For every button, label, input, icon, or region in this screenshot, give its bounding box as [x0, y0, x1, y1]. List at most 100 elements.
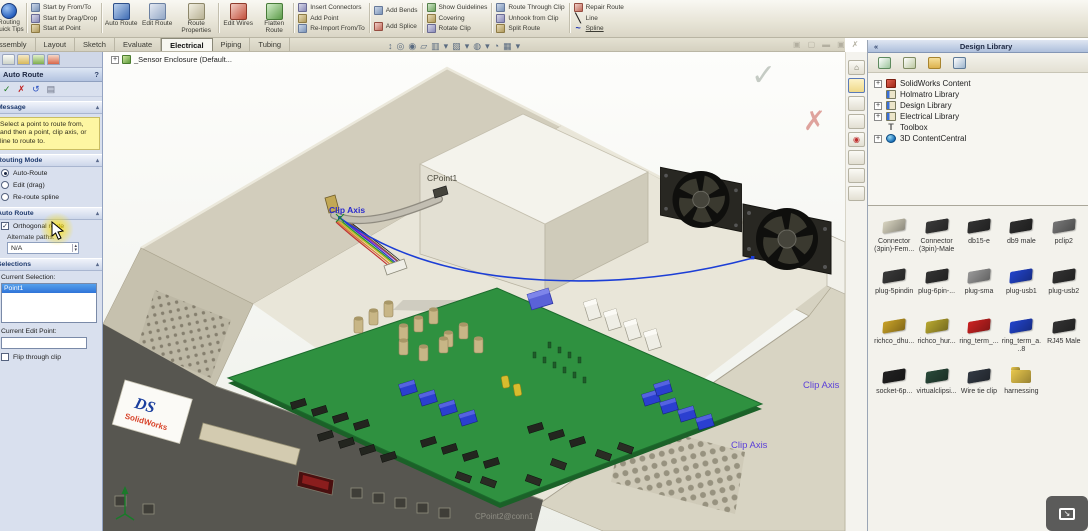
window-restore-icon[interactable]: ▢: [808, 40, 816, 49]
document-recovery-tab-icon[interactable]: [848, 168, 865, 183]
viewport-cancel-icon[interactable]: ✗: [803, 106, 826, 137]
add-to-library-icon[interactable]: [878, 57, 891, 69]
zoom-fit-icon[interactable]: ↕: [388, 41, 393, 52]
tree-expander-icon[interactable]: +: [874, 102, 882, 110]
propertymanager-tab-icon[interactable]: [17, 54, 30, 65]
view-palette-tab-icon[interactable]: [848, 114, 865, 129]
reimport-fromto-button[interactable]: Re-Import From/To: [298, 23, 365, 34]
collapse-pane-icon[interactable]: «: [868, 42, 884, 51]
cancel-button[interactable]: ✗: [18, 84, 26, 95]
library-item[interactable]: plug-5pindin: [874, 264, 914, 314]
dropdown-arrow-icon[interactable]: ▾: [465, 41, 470, 52]
flip-through-clip-checkbox[interactable]: Flip through clip: [0, 351, 103, 363]
library-item[interactable]: Wire tie clip: [959, 364, 999, 414]
auto-route-button[interactable]: Auto Route: [103, 1, 139, 35]
view-orientation-icon[interactable]: ▥: [431, 41, 440, 52]
design-library-tab-icon[interactable]: [848, 78, 865, 93]
library-item[interactable]: plug-usb1: [1001, 264, 1041, 314]
spin-down-icon[interactable]: ▾: [74, 248, 77, 252]
undo-button[interactable]: ↺: [32, 84, 40, 95]
route-through-clip-button[interactable]: Route Through Clip: [496, 2, 564, 13]
radio-auto-route[interactable]: Auto-Route: [0, 167, 103, 179]
display-style-icon[interactable]: ▧: [452, 41, 461, 52]
dimxpertmanager-tab-icon[interactable]: [47, 54, 60, 65]
tree-item-design-library[interactable]: + Design Library: [874, 100, 1088, 111]
dropdown-arrow-icon[interactable]: ▾: [516, 41, 521, 52]
tab-electrical[interactable]: Electrical: [161, 38, 212, 51]
library-item[interactable]: ring_term_...: [959, 314, 999, 364]
add-file-location-icon[interactable]: [903, 57, 916, 69]
window-cascade-icon[interactable]: ▣: [837, 40, 845, 49]
zoom-area-icon[interactable]: ◎: [397, 41, 405, 52]
hide-show-items-icon[interactable]: ◍: [473, 41, 481, 52]
window-minimize-icon[interactable]: ▬: [822, 40, 830, 49]
library-item[interactable]: db9 male: [1001, 214, 1041, 264]
appearances-tab-icon[interactable]: ◉: [848, 132, 865, 147]
dropdown-arrow-icon[interactable]: ▾: [444, 41, 449, 52]
tree-expander-icon[interactable]: +: [874, 135, 882, 143]
3d-scene[interactable]: DS SolidWorks: [103, 52, 845, 531]
library-item[interactable]: socket-6p...: [874, 364, 914, 414]
library-item-folder[interactable]: harnessing: [1001, 364, 1041, 414]
repair-route-button[interactable]: Repair Route: [574, 2, 624, 13]
tab-piping[interactable]: Piping: [213, 38, 251, 51]
add-point-button[interactable]: Add Point: [298, 13, 365, 24]
featuremanager-tab-icon[interactable]: [2, 54, 15, 65]
zoom-inout-icon[interactable]: ◉: [408, 41, 416, 52]
add-splice-button[interactable]: Add Splice: [374, 21, 418, 32]
selections-section-header[interactable]: Selections ▴: [0, 258, 103, 271]
start-by-fromto-button[interactable]: Start by From/To: [31, 2, 97, 13]
tab-assembly[interactable]: Assembly: [0, 38, 36, 51]
tree-item-toolbox[interactable]: T Toolbox: [874, 122, 1088, 133]
refresh-icon[interactable]: [953, 57, 966, 69]
ok-button[interactable]: ✓: [3, 84, 11, 95]
tab-layout[interactable]: Layout: [36, 38, 76, 51]
spline-button[interactable]: ~Spline: [574, 23, 624, 34]
split-route-button[interactable]: Split Route: [496, 23, 564, 34]
extra-tab-icon[interactable]: [848, 186, 865, 201]
selection-item[interactable]: Point1: [2, 284, 96, 293]
radio-reroute-spline[interactable]: Re-route spline: [0, 191, 103, 203]
edit-wires-button[interactable]: Edit Wires: [220, 1, 256, 35]
dropdown-arrow-icon[interactable]: ▾: [485, 41, 490, 52]
rotate-clip-button[interactable]: Rotate Clip: [427, 23, 488, 34]
graphics-viewport[interactable]: DS SolidWorks: [103, 52, 845, 531]
library-item[interactable]: plug-6pin-...: [916, 264, 956, 314]
feature-tree-flyout[interactable]: + _Sensor Enclosure (Default...: [111, 55, 232, 64]
window-close-icon[interactable]: ✗: [852, 40, 859, 49]
viewport-confirm-icon[interactable]: ✓: [751, 58, 776, 93]
add-bends-button[interactable]: Add Bends: [374, 5, 418, 16]
start-at-point-button[interactable]: Start at Point: [31, 23, 97, 34]
current-edit-point-input[interactable]: [1, 337, 87, 349]
create-folder-icon[interactable]: [928, 57, 941, 69]
routing-quick-tips-button[interactable]: Routing Quick Tips: [0, 1, 25, 35]
insert-connectors-button[interactable]: Insert Connectors: [298, 2, 365, 13]
flatten-route-button[interactable]: Flatten Route: [256, 1, 292, 35]
routing-mode-section-header[interactable]: Routing Mode ▴: [0, 154, 103, 167]
help-icon[interactable]: ?: [94, 70, 99, 79]
library-item[interactable]: plug-sma: [959, 264, 999, 314]
library-item[interactable]: virtualclipsi...: [916, 364, 956, 414]
library-item[interactable]: ring_term_a...8: [1001, 314, 1041, 364]
tree-item-solidworks-content[interactable]: + SolidWorks Content: [874, 78, 1088, 89]
tree-expander-icon[interactable]: +: [874, 113, 882, 121]
assembly-name[interactable]: _Sensor Enclosure (Default...: [134, 55, 232, 64]
library-item[interactable]: Connector (3pin)-Male: [916, 214, 956, 264]
library-item[interactable]: Connector (3pin)-Fem...: [874, 214, 914, 264]
library-item[interactable]: plug-usb2: [1044, 264, 1084, 314]
route-properties-button[interactable]: Route Properties: [175, 1, 217, 35]
tree-expander-icon[interactable]: +: [874, 80, 882, 88]
show-guidelines-button[interactable]: Show Guidelines: [427, 2, 488, 13]
start-by-dragdrop-button[interactable]: Start by Drag/Drop: [31, 13, 97, 24]
scene-icon[interactable]: ▦: [503, 41, 512, 52]
line-button[interactable]: ╲Line: [574, 13, 624, 24]
tab-sketch[interactable]: Sketch: [75, 38, 115, 51]
library-item[interactable]: richco_dhu...: [874, 314, 914, 364]
library-item[interactable]: RJ45 Male: [1044, 314, 1084, 364]
library-item[interactable]: pclip2: [1044, 214, 1084, 264]
library-item[interactable]: richco_hur...: [916, 314, 956, 364]
window-maximize-icon[interactable]: ▣: [793, 40, 801, 49]
detach-button[interactable]: ▤: [47, 84, 56, 95]
alternate-paths-spinner[interactable]: N/A ▴▾: [7, 242, 79, 254]
tab-tubing[interactable]: Tubing: [250, 38, 290, 51]
